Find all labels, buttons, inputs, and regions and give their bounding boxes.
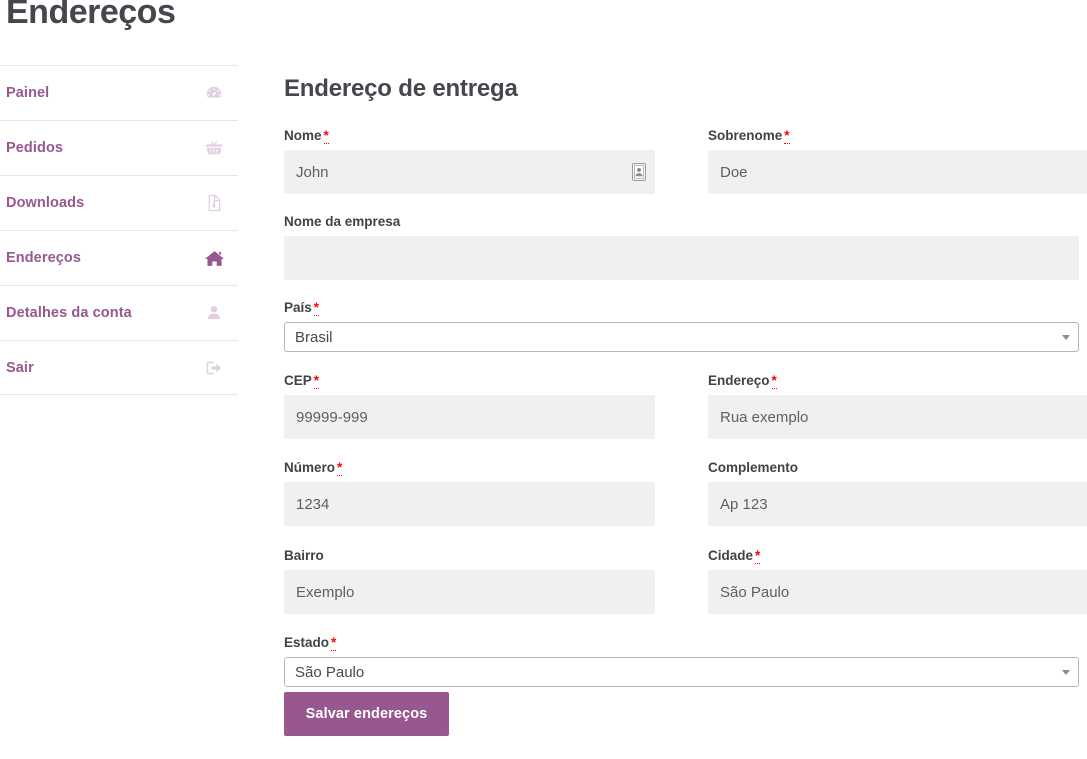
sidebar-item-label: Detalhes da conta: [6, 305, 132, 321]
sign-out-icon: [204, 358, 224, 378]
home-icon: [204, 248, 224, 268]
page-title: Endereços: [6, 0, 176, 31]
field-number: Número *: [284, 459, 655, 526]
field-complement: Complemento: [708, 459, 1087, 526]
sidebar-item-pedidos[interactable]: Pedidos: [0, 120, 238, 175]
required-marker: *: [337, 460, 343, 476]
field-country: País * Brasil: [284, 299, 1079, 352]
neighborhood-label: Bairro: [284, 548, 324, 563]
chevron-down-icon: [1062, 335, 1070, 340]
account-addresses-page: Endereços Painel Pedidos Downloads Ender…: [0, 0, 1087, 759]
account-navigation: Painel Pedidos Downloads Endereços Detal…: [0, 65, 238, 395]
company-label: Nome da empresa: [284, 214, 401, 229]
address-input[interactable]: [708, 395, 1087, 439]
sidebar-item-label: Downloads: [6, 195, 85, 211]
field-city: Cidade *: [708, 547, 1087, 614]
required-marker: *: [755, 548, 761, 564]
account-sidebar: Endereços Painel Pedidos Downloads Ender…: [0, 0, 238, 759]
number-input[interactable]: [284, 482, 655, 526]
sidebar-item-enderecos[interactable]: Endereços: [0, 230, 238, 285]
dashboard-icon: [204, 83, 224, 103]
required-marker: *: [323, 128, 329, 144]
required-marker: *: [313, 300, 320, 316]
field-address: Endereço *: [708, 372, 1087, 439]
field-neighborhood: Bairro: [284, 547, 655, 614]
required-marker: *: [771, 373, 777, 389]
first-name-label: Nome *: [284, 128, 329, 144]
sidebar-item-painel[interactable]: Painel: [0, 65, 238, 120]
basket-icon: [204, 138, 224, 158]
field-first-name: Nome *: [284, 127, 655, 194]
save-addresses-button[interactable]: Salvar endereços: [284, 692, 449, 736]
last-name-label: Sobrenome *: [708, 128, 790, 144]
company-input[interactable]: [284, 236, 1079, 280]
sidebar-item-sair[interactable]: Sair: [0, 340, 238, 395]
state-label: Estado *: [284, 635, 337, 651]
form-heading: Endereço de entrega: [284, 75, 518, 102]
chevron-down-icon: [1062, 670, 1070, 675]
sidebar-item-label: Pedidos: [6, 140, 64, 156]
postcode-label: CEP *: [284, 373, 320, 389]
field-state: Estado * São Paulo: [284, 634, 1079, 687]
sidebar-item-label: Sair: [6, 359, 34, 376]
address-label: Endereço *: [708, 373, 777, 389]
city-input[interactable]: [708, 570, 1087, 614]
sidebar-item-downloads[interactable]: Downloads: [0, 175, 238, 230]
shipping-address-form-panel: Endereço de entrega Nome * John Sobrenom…: [284, 0, 1087, 759]
required-marker: *: [313, 373, 320, 389]
complement-input[interactable]: [708, 482, 1087, 526]
country-label: País *: [284, 300, 320, 316]
state-select[interactable]: São Paulo: [284, 657, 1079, 687]
required-marker: *: [784, 128, 790, 144]
first-name-input[interactable]: [284, 150, 655, 194]
user-icon: [204, 303, 224, 323]
complement-label: Complemento: [708, 460, 799, 475]
field-company: Nome da empresa: [284, 213, 1079, 280]
number-label: Número *: [284, 460, 343, 476]
file-download-icon: [204, 193, 224, 213]
shipping-address-form: Nome * John Sobrenome * Doe Nome da empr…: [284, 127, 1087, 752]
sidebar-item-label: Endereços: [6, 250, 82, 266]
required-marker: *: [331, 635, 337, 651]
field-postcode: CEP *: [284, 372, 655, 439]
field-last-name: Sobrenome *: [708, 127, 1087, 194]
last-name-input[interactable]: [708, 150, 1087, 194]
country-select[interactable]: Brasil: [284, 322, 1079, 352]
state-selected-value: São Paulo: [295, 663, 365, 681]
sidebar-item-detalhes-da-conta[interactable]: Detalhes da conta: [0, 285, 238, 340]
country-selected-value: Brasil: [295, 328, 333, 346]
neighborhood-input[interactable]: [284, 570, 655, 614]
sidebar-item-label: Painel: [6, 85, 50, 101]
city-label: Cidade *: [708, 548, 761, 564]
postcode-input[interactable]: [284, 395, 655, 439]
